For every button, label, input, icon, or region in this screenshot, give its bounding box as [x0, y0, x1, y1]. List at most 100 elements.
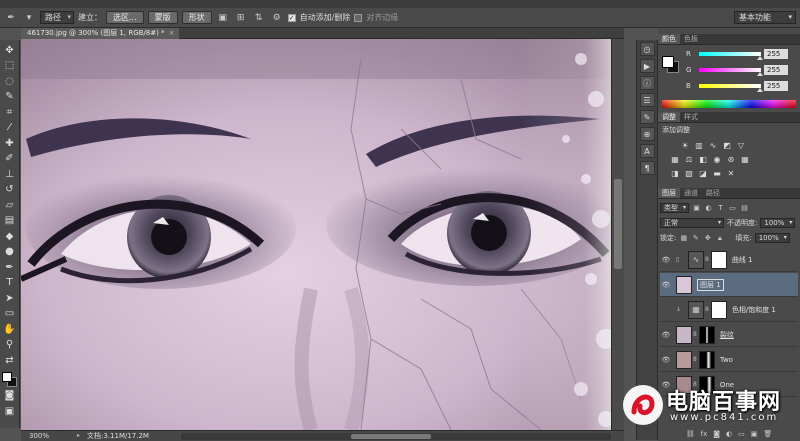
eye-icon[interactable]: 👁︎ — [660, 331, 672, 339]
type-tool-icon[interactable]: T — [2, 276, 18, 292]
filter-shape-icon[interactable]: ▭ — [728, 204, 737, 212]
brush-tool-icon[interactable]: ✐ — [2, 152, 18, 168]
hue-saturation-icon[interactable]: ▦ — [670, 154, 680, 164]
vertical-scrollbar[interactable] — [611, 39, 624, 430]
blue-slider-track[interactable] — [699, 84, 763, 92]
filter-adjustment-icon[interactable]: ◐ — [704, 204, 713, 212]
layer-row[interactable]: 👁︎ 8 Two — [660, 348, 798, 372]
document-tab[interactable]: 461730.jpg @ 300% (图层 1, RGB/8#) * × — [21, 28, 180, 39]
eye-icon[interactable]: 👁︎ — [660, 256, 672, 264]
gradient-map-icon[interactable]: ▬ — [712, 168, 722, 178]
hand-tool-icon[interactable]: ✋ — [2, 322, 18, 338]
path-arrangement-icon[interactable]: ⇅ — [252, 11, 266, 24]
tab-paths[interactable]: 路径 — [702, 188, 724, 198]
invert-icon[interactable]: ◨ — [670, 168, 680, 178]
character-panel-icon[interactable]: A — [639, 144, 655, 158]
lock-all-icon[interactable]: 🔒︎ — [715, 234, 724, 243]
lock-image-icon[interactable]: ✎ — [691, 234, 700, 242]
info-panel-icon[interactable]: ⓘ — [639, 76, 655, 90]
path-selection-tool-icon[interactable]: ➤ — [2, 291, 18, 307]
lock-position-icon[interactable]: ✥ — [703, 234, 712, 242]
layer-mask-thumbnail[interactable] — [698, 350, 715, 369]
brush-panel-icon[interactable]: ✎ — [639, 110, 655, 124]
status-menu-icon[interactable]: ▸ — [77, 431, 80, 441]
make-shape-button[interactable]: 形状 — [181, 11, 212, 24]
layer-mask-thumbnail[interactable] — [710, 250, 727, 269]
tab-adjustments[interactable]: 调整 — [658, 112, 680, 122]
make-selection-button[interactable]: 选区... — [106, 11, 144, 24]
color-lookup-icon[interactable]: ▦ — [740, 154, 750, 164]
history-panel-icon[interactable]: ◷ — [639, 42, 655, 56]
paragraph-panel-icon[interactable]: ¶ — [639, 161, 655, 175]
pen-tool-icon[interactable]: ✒ — [2, 260, 18, 276]
vibrance-icon[interactable]: ▽ — [736, 140, 746, 150]
eraser-tool-icon[interactable]: ▱ — [2, 198, 18, 214]
green-slider-track[interactable] — [699, 68, 763, 76]
pen-tool-icon[interactable]: ✒ — [4, 11, 18, 24]
tab-color[interactable]: 颜色 — [658, 34, 680, 44]
filter-smart-object-icon[interactable]: ▤ — [740, 204, 749, 212]
layer-row[interactable]: ↓ ▦ 8 色相/饱和度 1 — [660, 298, 798, 322]
layer-mask-thumbnail[interactable] — [698, 325, 715, 344]
posterize-icon[interactable]: ▧ — [684, 168, 694, 178]
swap-colors-icon[interactable]: ⇄ — [2, 353, 18, 369]
tab-layers[interactable]: 图层 — [658, 188, 680, 198]
blur-tool-icon[interactable]: ◆ — [2, 229, 18, 245]
tab-swatches[interactable]: 色板 — [680, 34, 702, 44]
lock-transparent-icon[interactable]: ▦ — [679, 234, 688, 242]
zoom-level[interactable]: 300% — [29, 431, 49, 441]
path-alignment-icon[interactable]: ⊞ — [234, 11, 248, 24]
green-value-field[interactable]: 255 — [764, 65, 788, 75]
horizontal-scrollbar[interactable] — [181, 433, 611, 440]
horizontal-scrollbar-thumb[interactable] — [351, 434, 431, 439]
fill-field[interactable]: 100% — [754, 233, 790, 243]
actions-panel-icon[interactable]: ▶ — [639, 59, 655, 73]
clone-source-panel-icon[interactable]: ⊕ — [639, 127, 655, 141]
opacity-field[interactable]: 100% — [760, 218, 796, 228]
red-slider-track[interactable] — [699, 52, 763, 60]
tab-channels[interactable]: 通道 — [680, 188, 702, 198]
foreground-color-swatch[interactable] — [1, 371, 12, 382]
selective-color-icon[interactable]: ✕ — [726, 168, 736, 178]
move-tool-icon[interactable]: ✥ — [2, 43, 18, 59]
eye-icon[interactable]: 👁︎ — [660, 281, 672, 289]
workspace-select[interactable]: 基本功能 — [734, 11, 796, 24]
gear-icon[interactable]: ⚙ — [270, 11, 284, 24]
photo-filter-icon[interactable]: ◉ — [712, 154, 722, 164]
eyedropper-tool-icon[interactable]: ⁄ — [2, 121, 18, 137]
make-mask-button[interactable]: 蒙版 — [147, 11, 178, 24]
brightness-contrast-icon[interactable]: ☀ — [680, 140, 690, 150]
dodge-tool-icon[interactable]: ● — [2, 245, 18, 261]
filter-pixel-icon[interactable]: ▣ — [692, 204, 701, 212]
layer-row[interactable]: 👁︎ 8 裂纹 — [660, 323, 798, 347]
blue-value-field[interactable]: 255 — [764, 81, 788, 91]
properties-panel-icon[interactable]: ☰ — [639, 93, 655, 107]
lasso-tool-icon[interactable]: ◌ — [2, 74, 18, 90]
path-operations-icon[interactable]: ▣ — [216, 11, 230, 24]
filter-type-icon[interactable]: T — [716, 204, 725, 212]
gradient-tool-icon[interactable]: ▤ — [2, 214, 18, 230]
levels-icon[interactable]: ▥ — [694, 140, 704, 150]
color-swatches[interactable] — [1, 371, 19, 389]
crop-tool-icon[interactable]: ⌗ — [2, 105, 18, 121]
auto-add-delete-checkbox[interactable]: ✓ — [287, 13, 296, 22]
eye-icon[interactable]: 👁︎ — [660, 356, 672, 364]
history-brush-tool-icon[interactable]: ↺ — [2, 183, 18, 199]
tab-styles[interactable]: 样式 — [680, 112, 702, 122]
curves-icon[interactable]: ∿ — [708, 140, 718, 150]
blend-mode-select[interactable]: 正常 — [660, 218, 724, 228]
marquee-tool-icon[interactable]: ⬚ — [2, 59, 18, 75]
layer-mask-thumbnail[interactable] — [710, 300, 727, 319]
layer-filter-select[interactable]: 类型 — [660, 203, 689, 213]
tool-preset-chevron-icon[interactable]: ▾ — [22, 11, 36, 24]
color-balance-icon[interactable]: ⚖ — [684, 154, 694, 164]
path-mode-select[interactable]: 路径 — [40, 11, 74, 24]
foreground-color-swatch[interactable] — [662, 56, 674, 68]
exposure-icon[interactable]: ◩ — [722, 140, 732, 150]
red-value-field[interactable]: 255 — [764, 49, 788, 59]
document-canvas[interactable] — [21, 39, 611, 430]
channel-mixer-icon[interactable]: ⊛ — [726, 154, 736, 164]
layer-row[interactable]: 👁︎ ▯ ∿ 8 曲线 1 — [660, 248, 798, 272]
shape-tool-icon[interactable]: ▭ — [2, 307, 18, 323]
threshold-icon[interactable]: ◪ — [698, 168, 708, 178]
